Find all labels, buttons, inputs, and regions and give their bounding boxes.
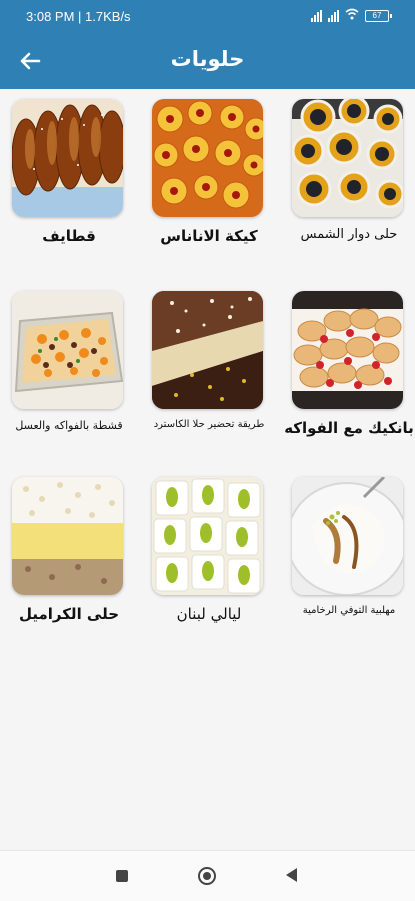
- page-title: حلويات: [170, 47, 245, 71]
- recipe-card-pancake[interactable]: بانكيك مع الفواكه: [280, 281, 415, 446]
- recipe-card-sunflower[interactable]: حلى دوار الشمس: [280, 89, 415, 254]
- recipe-title: حلى دوار الشمس: [300, 227, 398, 242]
- recipe-title: طريقة تحضير حلا الكاسترد: [153, 419, 265, 430]
- signal-icon: [311, 9, 322, 22]
- recipe-card-custard[interactable]: طريقة تحضير حلا الكاسترد: [140, 281, 280, 446]
- recipe-image: [292, 477, 403, 595]
- square-icon[interactable]: [116, 870, 128, 882]
- status-time: 3:08 PM | 1.7KB/s: [26, 9, 131, 24]
- system-nav-bar: [0, 850, 415, 901]
- recipe-grid: حلى دوار الشمس كيكة الاناناس قطايف بانكي…: [0, 89, 415, 850]
- recipe-image: [12, 99, 123, 217]
- recipe-title: ليالي لبنان: [176, 605, 242, 623]
- recipe-image: [152, 99, 263, 217]
- recipe-image: [292, 291, 403, 409]
- recipe-title: بانكيك مع الفواكه: [284, 419, 414, 437]
- network-speed: | 1.7KB/s: [78, 9, 131, 24]
- recipe-card-pineapple-cake[interactable]: كيكة الاناناس: [140, 89, 280, 254]
- recipe-card-toffee-muhallabia[interactable]: مهلبية التوفي الرخامية: [280, 467, 415, 632]
- recipe-image: [152, 291, 263, 409]
- recipe-title: حلى الكراميل: [18, 605, 120, 623]
- recipe-title: قطايف: [42, 227, 96, 245]
- status-bar: 3:08 PM | 1.7KB/s 67: [0, 0, 415, 33]
- recipe-image: [12, 477, 123, 595]
- recipe-image: [12, 291, 123, 409]
- recipe-title: كيكة الاناناس: [160, 227, 258, 245]
- recipe-card-cream-fruits[interactable]: قشطة بالفواكه والعسل: [0, 281, 140, 446]
- recipe-title: مهلبية التوفي الرخامية: [302, 605, 396, 616]
- battery-icon: 67: [365, 9, 392, 22]
- wifi-icon: [345, 8, 359, 23]
- recipe-image: [152, 477, 263, 595]
- app-bar: حلويات: [0, 33, 415, 89]
- signal-icon: [328, 9, 339, 22]
- recipe-image: [292, 99, 403, 217]
- triangle-back-icon[interactable]: [286, 868, 297, 882]
- recipe-card-qatayef[interactable]: قطايف: [0, 89, 140, 254]
- status-icons: 67: [311, 8, 392, 23]
- recipe-card-caramel[interactable]: حلى الكراميل: [0, 467, 140, 632]
- recipe-title: قشطة بالفواكه والعسل: [15, 419, 123, 432]
- circle-icon[interactable]: [198, 867, 216, 885]
- recipe-card-layali-lubnan[interactable]: ليالي لبنان: [140, 467, 280, 632]
